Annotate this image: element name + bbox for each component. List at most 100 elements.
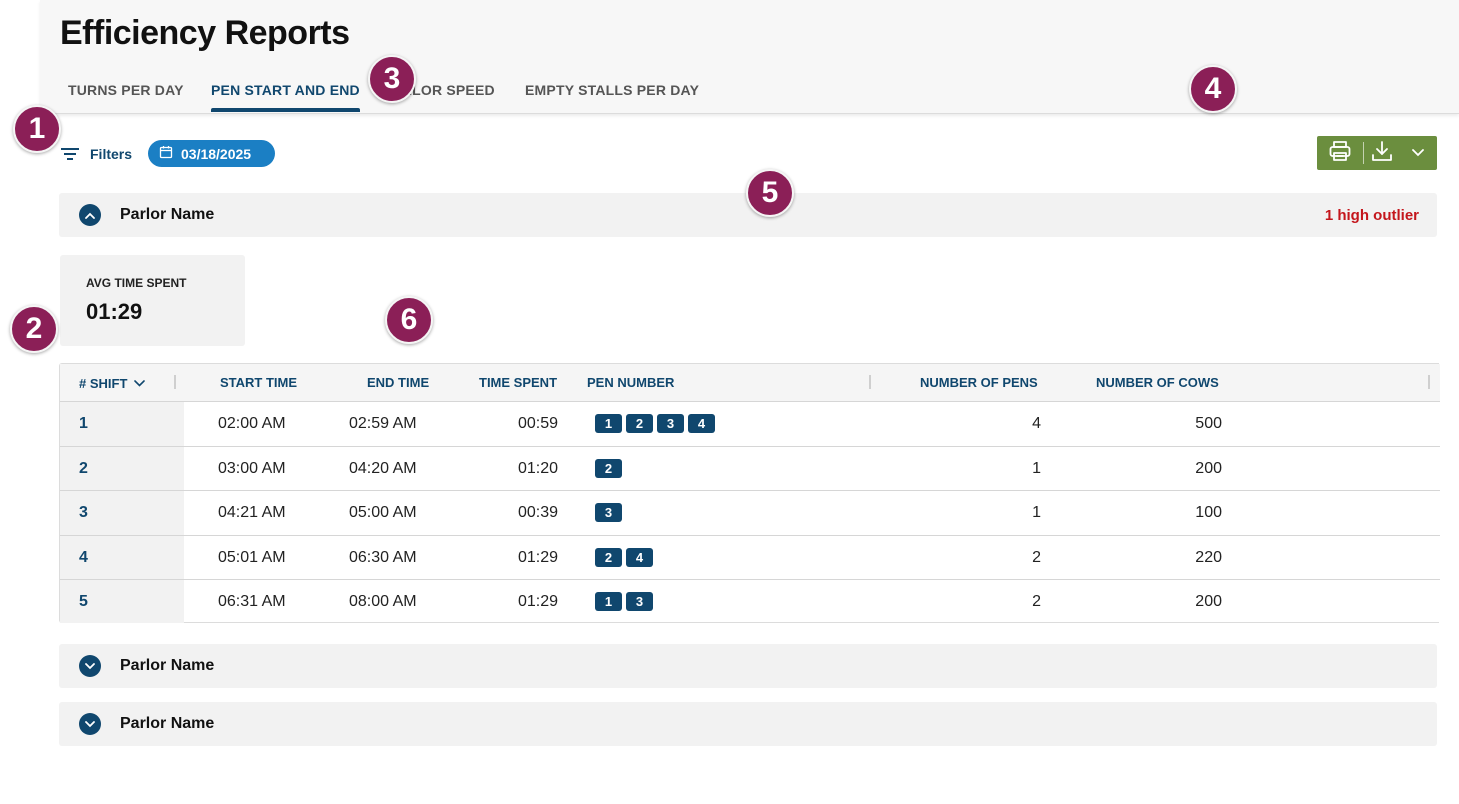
shift-cell[interactable]: 5 — [79, 593, 88, 611]
start-time-header[interactable]: START TIME — [220, 375, 297, 390]
time-spent-cell: 01:29 — [517, 548, 558, 566]
pen-badge: 3 — [657, 414, 684, 433]
table-row: 2 03:00 AM 04:20 AM 01:20 2 1 200 — [60, 447, 1440, 491]
column-resize-handle[interactable] — [1428, 375, 1430, 389]
calendar-icon — [159, 145, 181, 162]
end-time-header[interactable]: END TIME — [367, 375, 429, 390]
table-row: 3 04:21 AM 05:00 AM 00:39 3 1 100 — [60, 491, 1440, 536]
pen-badge: 2 — [626, 414, 653, 433]
parlor-name: Parlor Name — [120, 206, 215, 223]
tab-empty-stalls-per-day[interactable]: EMPTY STALLS PER DAY — [525, 82, 699, 98]
pen-badge: 3 — [595, 503, 622, 522]
chevron-down-icon — [1412, 144, 1424, 162]
export-menu-button[interactable] — [1400, 136, 1436, 170]
number-of-cows-header[interactable]: NUMBER OF COWS — [1096, 375, 1219, 390]
start-time-cell: 04:21 AM — [218, 504, 286, 521]
pen-number-header[interactable]: PEN NUMBER — [587, 375, 674, 390]
stat-label: AVG TIME SPENT — [86, 276, 187, 290]
end-time-cell: 05:00 AM — [349, 504, 417, 521]
annotation-marker-3: 3 — [368, 55, 416, 103]
table-row: 4 05:01 AM 06:30 AM 01:29 2 4 2 220 — [60, 536, 1440, 580]
time-spent-cell: 01:20 — [517, 459, 558, 477]
pen-badge: 4 — [626, 547, 653, 567]
column-resize-handle[interactable] — [869, 375, 871, 389]
table-row: 1 02:00 AM 02:59 AM 00:59 1 2 3 4 4 500 — [60, 402, 1440, 447]
shift-header-label: # SHIFT — [79, 376, 128, 391]
time-spent-cell: 01:29 — [517, 593, 558, 610]
page-header: Efficiency Reports TURNS PER DAY PEN STA… — [40, 0, 1459, 114]
annotation-marker-2: 2 — [10, 305, 58, 353]
date-filter-chip[interactable]: 03/18/2025 — [148, 140, 275, 167]
avg-time-spent-card: AVG TIME SPENT 01:29 — [60, 255, 245, 346]
end-time-cell: 02:59 AM — [349, 415, 417, 432]
start-time-cell: 02:00 AM — [218, 415, 286, 432]
annotation-marker-4: 4 — [1189, 65, 1237, 113]
start-time-cell: 03:00 AM — [218, 459, 286, 477]
parlor-section-header-2[interactable]: Parlor Name — [59, 644, 1437, 688]
pen-number-cell: 2 4 — [595, 547, 653, 567]
number-of-cows-cell: 200 — [1195, 459, 1222, 477]
number-of-cows-cell: 220 — [1195, 548, 1222, 566]
pen-badge: 2 — [595, 458, 622, 478]
outlier-indicator: 1 high outlier — [1324, 206, 1419, 224]
page-title: Efficiency Reports — [60, 14, 350, 52]
number-of-pens-header[interactable]: NUMBER OF PENS — [920, 375, 1038, 390]
chevron-down-icon — [134, 375, 146, 390]
export-button-group — [1317, 136, 1437, 170]
filters-label: Filters — [90, 146, 133, 162]
filter-icon — [60, 146, 80, 162]
end-time-cell: 04:20 AM — [349, 459, 417, 477]
shift-cell[interactable]: 1 — [79, 415, 88, 433]
pen-number-cell: 2 — [595, 458, 622, 478]
number-of-cows-cell: 200 — [1195, 593, 1222, 610]
pen-number-cell: 1 3 — [595, 592, 653, 611]
table-body: 1 02:00 AM 02:59 AM 00:59 1 2 3 4 4 500 … — [60, 402, 1440, 624]
print-button[interactable] — [1317, 136, 1363, 170]
pen-number-cell: 1 2 3 4 — [595, 414, 715, 433]
number-of-pens-cell: 1 — [1032, 504, 1041, 521]
shift-cell[interactable]: 4 — [79, 549, 88, 567]
time-spent-cell: 00:59 — [517, 415, 558, 432]
annotation-marker-1: 1 — [13, 105, 61, 153]
pen-badge: 4 — [688, 414, 715, 433]
chevron-up-icon[interactable] — [79, 204, 101, 226]
download-icon — [1371, 140, 1393, 167]
number-of-cows-cell: 500 — [1195, 415, 1222, 432]
parlor-section-header-3[interactable]: Parlor Name — [59, 702, 1437, 746]
pen-badge: 3 — [626, 592, 653, 611]
pen-badge: 1 — [595, 592, 622, 611]
download-button[interactable] — [1364, 136, 1400, 170]
annotation-marker-5: 5 — [746, 169, 794, 217]
number-of-pens-cell: 2 — [1032, 548, 1041, 566]
shift-cell[interactable]: 3 — [79, 504, 88, 522]
number-of-pens-cell: 1 — [1032, 459, 1041, 477]
stat-value: 01:29 — [86, 299, 143, 324]
end-time-cell: 08:00 AM — [349, 593, 417, 610]
start-time-cell: 06:31 AM — [218, 593, 286, 610]
active-tab-indicator — [211, 108, 360, 112]
filters-button[interactable]: Filters — [60, 142, 132, 166]
pen-badge: 1 — [595, 414, 622, 433]
column-resize-handle[interactable] — [174, 375, 176, 389]
start-time-cell: 05:01 AM — [218, 548, 286, 566]
tab-turns-per-day[interactable]: TURNS PER DAY — [68, 82, 184, 98]
date-chip-value: 03/18/2025 — [181, 145, 252, 162]
time-spent-header[interactable]: TIME SPENT — [479, 375, 557, 390]
shift-column-header[interactable]: # SHIFT — [79, 375, 146, 391]
pen-number-cell: 3 — [595, 503, 622, 522]
time-spent-cell: 00:39 — [517, 504, 558, 521]
table-header: # SHIFT START TIME END TIME TIME SPENT P… — [60, 364, 1440, 402]
chevron-down-icon[interactable] — [79, 713, 101, 735]
table-row: 5 06:31 AM 08:00 AM 01:29 1 3 2 200 — [60, 580, 1440, 625]
number-of-pens-cell: 4 — [1032, 415, 1041, 432]
chevron-down-icon[interactable] — [79, 655, 101, 677]
annotation-marker-6: 6 — [385, 296, 433, 344]
tab-pen-start-and-end[interactable]: PEN START AND END — [211, 82, 360, 98]
number-of-pens-cell: 2 — [1032, 593, 1041, 610]
printer-icon — [1328, 139, 1352, 168]
shift-cell[interactable]: 2 — [79, 460, 88, 478]
parlor-name: Parlor Name — [120, 657, 215, 674]
parlor-name: Parlor Name — [120, 715, 215, 732]
pen-start-end-table: # SHIFT START TIME END TIME TIME SPENT P… — [59, 363, 1440, 624]
pen-badge: 2 — [595, 547, 622, 567]
